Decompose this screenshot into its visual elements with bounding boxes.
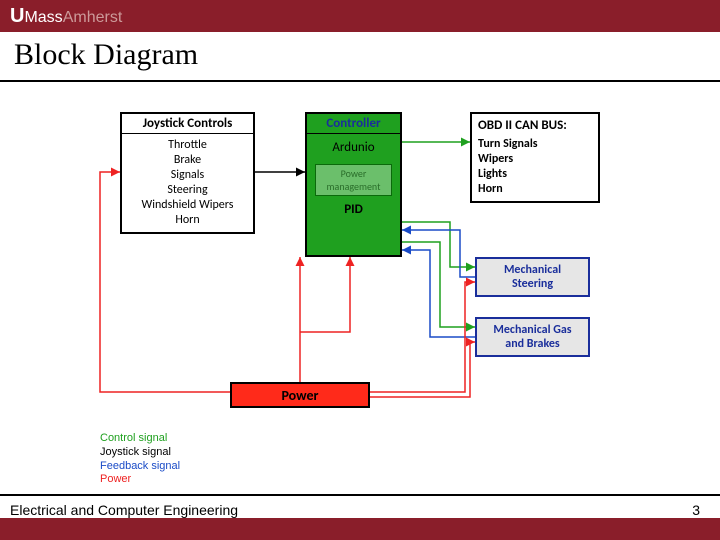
joystick-item: Horn: [128, 213, 247, 228]
block-power: Power: [230, 382, 370, 408]
mech-steering-label: Mechanical Steering: [477, 259, 588, 295]
joystick-item: Brake: [128, 153, 247, 168]
title-wrap: Block Diagram: [0, 32, 720, 82]
footer-wrap: Electrical and Computer Engineering 3: [0, 494, 720, 518]
obd-item: Lights: [478, 167, 592, 182]
controller-title: Controller: [307, 114, 400, 134]
controller-power-mgmt: Power management: [315, 164, 392, 196]
legend-control: Control signal: [100, 432, 180, 446]
joystick-body: Throttle Brake Signals Steering Windshie…: [122, 134, 253, 232]
logo-u: U: [10, 5, 24, 27]
wire-power-to-gas: [370, 342, 475, 397]
controller-pid: PID: [307, 202, 400, 221]
logo: UMassAmherst: [10, 5, 122, 28]
joystick-item: Windshield Wipers: [128, 198, 247, 213]
header-bar: UMassAmherst: [0, 0, 720, 32]
obd-title: OBD II CAN BUS:: [472, 114, 598, 137]
logo-mass: Mass: [24, 9, 62, 26]
joystick-item: Steering: [128, 183, 247, 198]
wire-feedback-gas: [402, 250, 475, 337]
legend: Control signal Joystick signal Feedback …: [100, 432, 180, 487]
power-label: Power: [281, 387, 318, 404]
wire-controller-to-steering: [402, 222, 475, 267]
block-mech-steering: Mechanical Steering: [475, 257, 590, 297]
footer-page: 3: [692, 502, 700, 518]
obd-item: Horn: [478, 182, 592, 197]
page-title: Block Diagram: [14, 38, 706, 72]
joystick-item: Throttle: [128, 138, 247, 153]
footer: Electrical and Computer Engineering 3: [0, 496, 720, 518]
mech-gas-label: Mechanical Gas and Brakes: [477, 319, 588, 355]
footer-stripe: [0, 518, 720, 540]
legend-joystick: Joystick signal: [100, 446, 180, 460]
controller-main: Ardunio: [307, 134, 400, 160]
wire-feedback-steering: [402, 230, 475, 277]
wire-controller-to-gas: [402, 242, 475, 327]
legend-feedback: Feedback signal: [100, 460, 180, 474]
logo-amherst: Amherst: [63, 9, 123, 26]
wire-power-to-controller: [300, 257, 350, 332]
block-mech-gas: Mechanical Gas and Brakes: [475, 317, 590, 357]
obd-body: Turn Signals Wipers Lights Horn: [472, 137, 598, 201]
joystick-item: Signals: [128, 168, 247, 183]
obd-item: Turn Signals: [478, 137, 592, 152]
block-joystick: Joystick Controls Throttle Brake Signals…: [120, 112, 255, 234]
footer-dept: Electrical and Computer Engineering: [10, 502, 238, 518]
block-obd: OBD II CAN BUS: Turn Signals Wipers Ligh…: [470, 112, 600, 203]
obd-item: Wipers: [478, 152, 592, 167]
joystick-title: Joystick Controls: [122, 114, 253, 134]
block-controller: Controller Ardunio Power management PID: [305, 112, 402, 257]
diagram-stage: Joystick Controls Throttle Brake Signals…: [0, 82, 720, 502]
legend-power: Power: [100, 473, 180, 487]
